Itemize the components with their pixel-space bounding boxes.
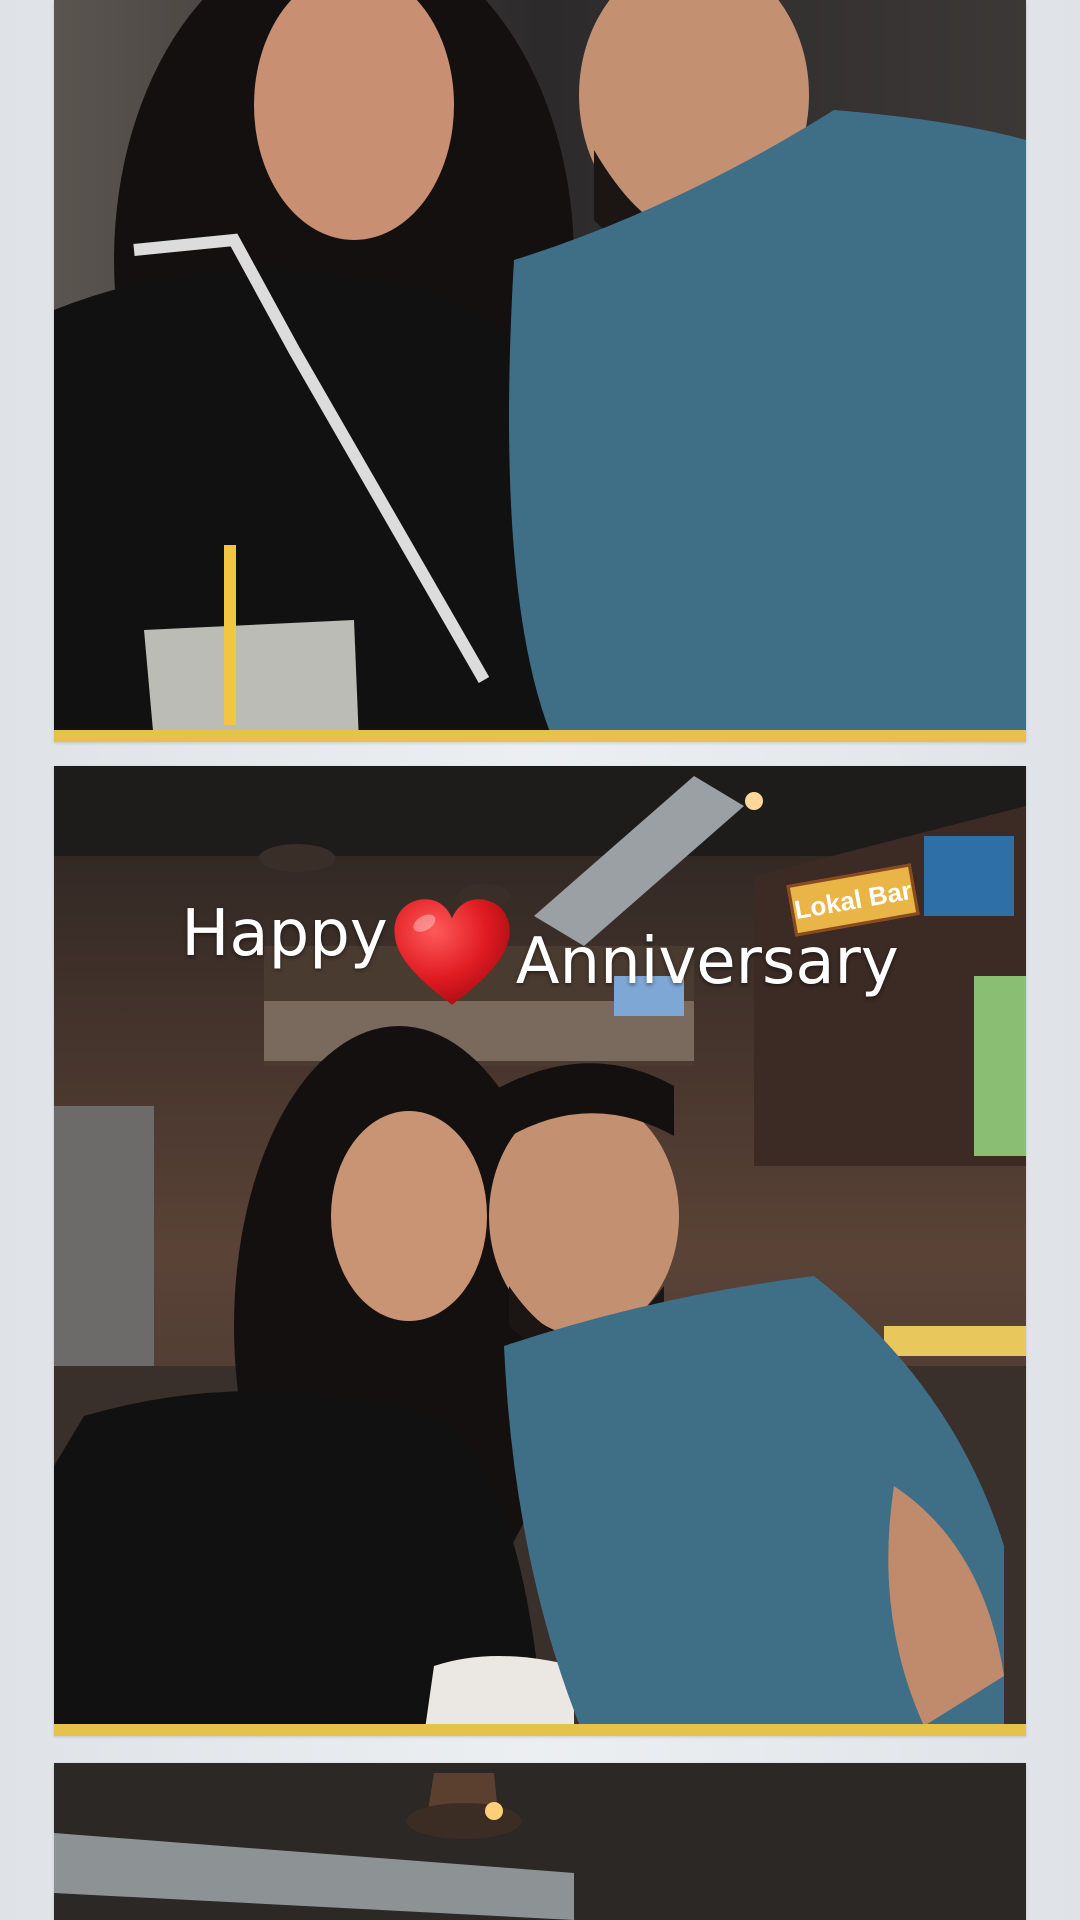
photo-partial-bottom xyxy=(54,1763,1026,1920)
photo-couple-restaurant: Lokal Bar Happy Anniversary xyxy=(54,766,1026,1736)
photo-1-illustration xyxy=(54,0,1026,742)
photo-3-illustration xyxy=(54,1763,1026,1920)
photo-couple-closeup xyxy=(54,0,1026,742)
story-canvas: Lokal Bar Happy Anniversary xyxy=(0,0,1080,1920)
